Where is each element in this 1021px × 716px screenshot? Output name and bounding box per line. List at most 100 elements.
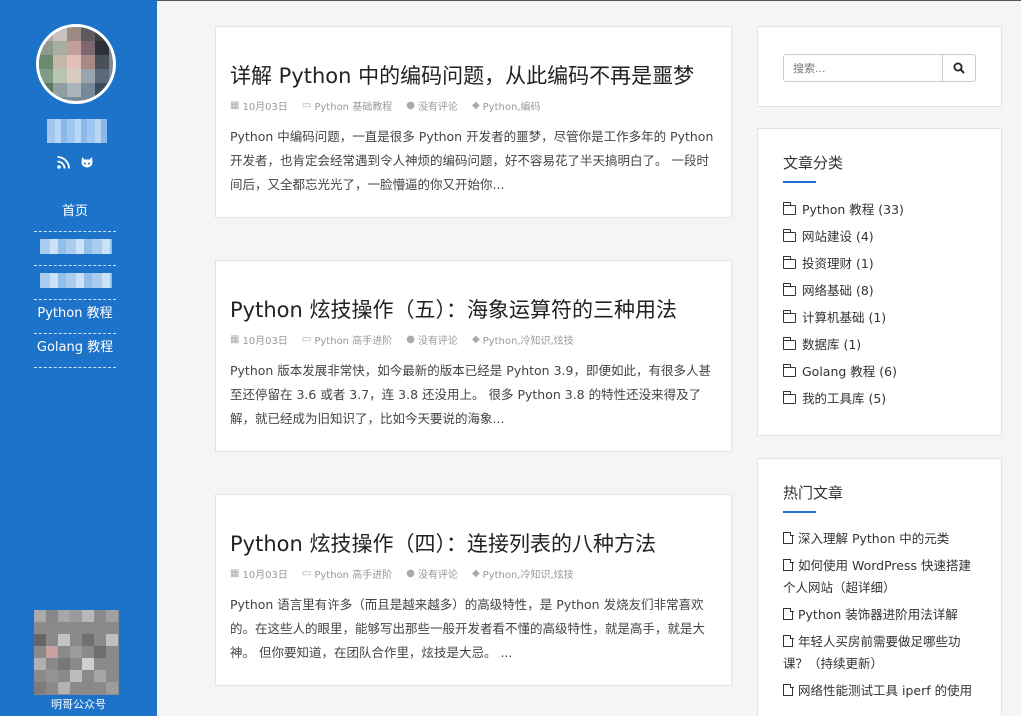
nav-item-hidden-1[interactable] <box>34 232 116 266</box>
hot-post-label: 深入理解 Python 中的元类 <box>798 531 950 546</box>
category-item[interactable]: 投资理财 (1) <box>782 250 993 277</box>
tag-icon: ◆ <box>471 568 480 579</box>
post-meta: ▦ 10月03日 ▭ Python 基础教程 ● 没有评论 ◆ Python,编码 <box>230 98 717 113</box>
folder-icon <box>782 363 796 377</box>
post-date: 10月03日 <box>242 102 288 113</box>
category-label: 网站建设 (4) <box>802 229 874 244</box>
document-icon <box>783 607 794 620</box>
search-widget <box>757 26 1002 107</box>
post-title[interactable]: 详解 Python 中的编码问题，从此编码不再是噩梦 <box>230 60 717 90</box>
folder-icon <box>782 309 796 323</box>
post-tags[interactable]: Python,编码 <box>483 98 541 113</box>
calendar-icon: ▦ <box>230 334 240 345</box>
hot-post-item[interactable]: Python 装饰器进阶用法详解 <box>783 604 983 626</box>
calendar-icon: ▦ <box>230 100 240 111</box>
post-card: Python 炫技操作（五）：海象运算符的三种用法 ▦ 10月03日 ▭ Pytho… <box>215 260 732 452</box>
category-label: 网络基础 (8) <box>802 283 874 298</box>
category-item[interactable]: Golang 教程 (6) <box>782 358 993 385</box>
category-item[interactable]: 网络基础 (8) <box>782 277 993 304</box>
hot-posts-title: 热门文章 <box>783 484 844 502</box>
title-underline <box>783 511 816 513</box>
nav-item-python[interactable]: Python 教程 <box>34 300 116 334</box>
category-label: 计算机基础 (1) <box>802 310 887 325</box>
category-item[interactable]: 网站建设 (4) <box>782 223 993 250</box>
hot-post-item[interactable]: 深入理解 Python 中的元类 <box>783 528 983 550</box>
folder-icon <box>782 336 796 350</box>
comment-icon: ● <box>406 100 415 111</box>
document-icon <box>783 558 794 571</box>
post-comments[interactable]: 没有评论 <box>418 98 458 113</box>
hot-post-item[interactable]: 如何使用 WordPress 快速搭建个人网站（超详细） <box>783 555 983 599</box>
post-date: 10月03日 <box>242 570 288 581</box>
categories-title: 文章分类 <box>783 154 844 172</box>
category-item[interactable]: 数据库 (1) <box>782 331 993 358</box>
category-label: 数据库 (1) <box>802 337 862 352</box>
post-excerpt: Python 版本发展非常快，如今最新的版本已经是 Pyhton 3.9，即便如… <box>230 363 711 426</box>
folder-icon <box>782 390 796 404</box>
search-icon <box>953 62 965 74</box>
category-item[interactable]: 计算机基础 (1) <box>782 304 993 331</box>
document-icon <box>783 683 794 696</box>
folder-icon <box>782 201 796 215</box>
title-underline <box>783 181 816 183</box>
hot-post-label: Python 装饰器进阶用法详解 <box>798 607 958 622</box>
post-card: Python 炫技操作（四）：连接列表的八种方法 ▦ 10月03日 ▭ Python… <box>215 494 732 686</box>
category-item[interactable]: Python 教程 (33) <box>782 196 993 223</box>
post-category[interactable]: Python 高手进阶 <box>314 566 392 581</box>
qr-code <box>34 610 119 695</box>
tag-icon: ◆ <box>471 334 480 345</box>
hot-post-label: 网络性能测试工具 iperf 的使用 <box>798 683 973 698</box>
post-card: 详解 Python 中的编码问题，从此编码不再是噩梦 ▦ 10月03日 ▭ Pyth… <box>215 26 732 218</box>
qr-label: 明哥公众号 <box>51 698 106 711</box>
comment-icon: ● <box>406 568 415 579</box>
folder-icon: ▭ <box>301 568 312 579</box>
post-excerpt: Python 语言里有许多（而且是越来越多）的高级特性，是 Python 发烧友… <box>230 597 706 660</box>
categories-widget: 文章分类 Python 教程 (33) 网站建设 (4) 投资理财 (1) 网络… <box>757 128 1002 436</box>
category-label: 投资理财 (1) <box>802 256 874 271</box>
post-category[interactable]: Python 基础教程 <box>314 98 392 113</box>
avatar[interactable] <box>36 24 116 104</box>
nav-item-golang[interactable]: Golang 教程 <box>34 334 116 368</box>
nav-item-blurred <box>40 273 112 288</box>
github-icon[interactable] <box>80 156 94 173</box>
post-excerpt: Python 中编码问题，一直是很多 Python 开发者的噩梦，尽管你是工作多… <box>230 129 714 192</box>
folder-icon: ▭ <box>301 100 312 111</box>
hot-posts-widget: 热门文章 深入理解 Python 中的元类 如何使用 WordPress 快速搭… <box>757 458 1002 716</box>
post-category[interactable]: Python 高手进阶 <box>314 332 392 347</box>
post-title[interactable]: Python 炫技操作（五）：海象运算符的三种用法 <box>230 294 717 324</box>
tag-icon: ◆ <box>471 100 480 111</box>
hot-post-item[interactable]: 网络性能测试工具 iperf 的使用 <box>783 680 983 702</box>
post-title[interactable]: Python 炫技操作（四）：连接列表的八种方法 <box>230 528 717 558</box>
post-comments[interactable]: 没有评论 <box>418 332 458 347</box>
category-list: Python 教程 (33) 网站建设 (4) 投资理财 (1) 网络基础 (8… <box>782 196 993 412</box>
hot-post-label: 年轻人买房前需要做足哪些功课？（持续更新） <box>783 634 961 671</box>
post-date: 10月03日 <box>242 336 288 347</box>
category-item[interactable]: 我的工具库 (5) <box>782 385 993 412</box>
hot-post-label: 如何使用 WordPress 快速搭建个人网站（超详细） <box>783 558 971 595</box>
category-label: 我的工具库 (5) <box>802 391 887 406</box>
category-label: Python 教程 (33) <box>802 202 904 217</box>
folder-icon <box>782 282 796 296</box>
calendar-icon: ▦ <box>230 568 240 579</box>
nav-item-home[interactable]: 首页 <box>34 198 116 232</box>
site-name-blurred <box>47 119 107 143</box>
comment-icon: ● <box>406 334 415 345</box>
search-button[interactable] <box>942 55 975 81</box>
rss-icon[interactable] <box>57 155 70 173</box>
hot-post-item[interactable]: 年轻人买房前需要做足哪些功课？（持续更新） <box>783 631 983 675</box>
nav-item-blurred <box>40 239 112 254</box>
folder-icon: ▭ <box>301 334 312 345</box>
document-icon <box>783 634 794 647</box>
document-icon <box>783 531 794 544</box>
category-label: Golang 教程 (6) <box>802 364 897 379</box>
nav-item-hidden-2[interactable] <box>34 266 116 300</box>
folder-icon <box>782 255 796 269</box>
post-comments[interactable]: 没有评论 <box>418 566 458 581</box>
search-input[interactable] <box>784 55 942 81</box>
post-tags[interactable]: Python,冷知识,炫技 <box>483 566 574 581</box>
main-nav: 首页 Python 教程 Golang 教程 <box>34 198 116 368</box>
search-box <box>783 54 976 82</box>
post-tags[interactable]: Python,冷知识,炫技 <box>483 332 574 347</box>
post-meta: ▦ 10月03日 ▭ Python 高手进阶 ● 没有评论 ◆ Python,冷知识,炫… <box>230 566 717 581</box>
social-links <box>57 155 94 173</box>
